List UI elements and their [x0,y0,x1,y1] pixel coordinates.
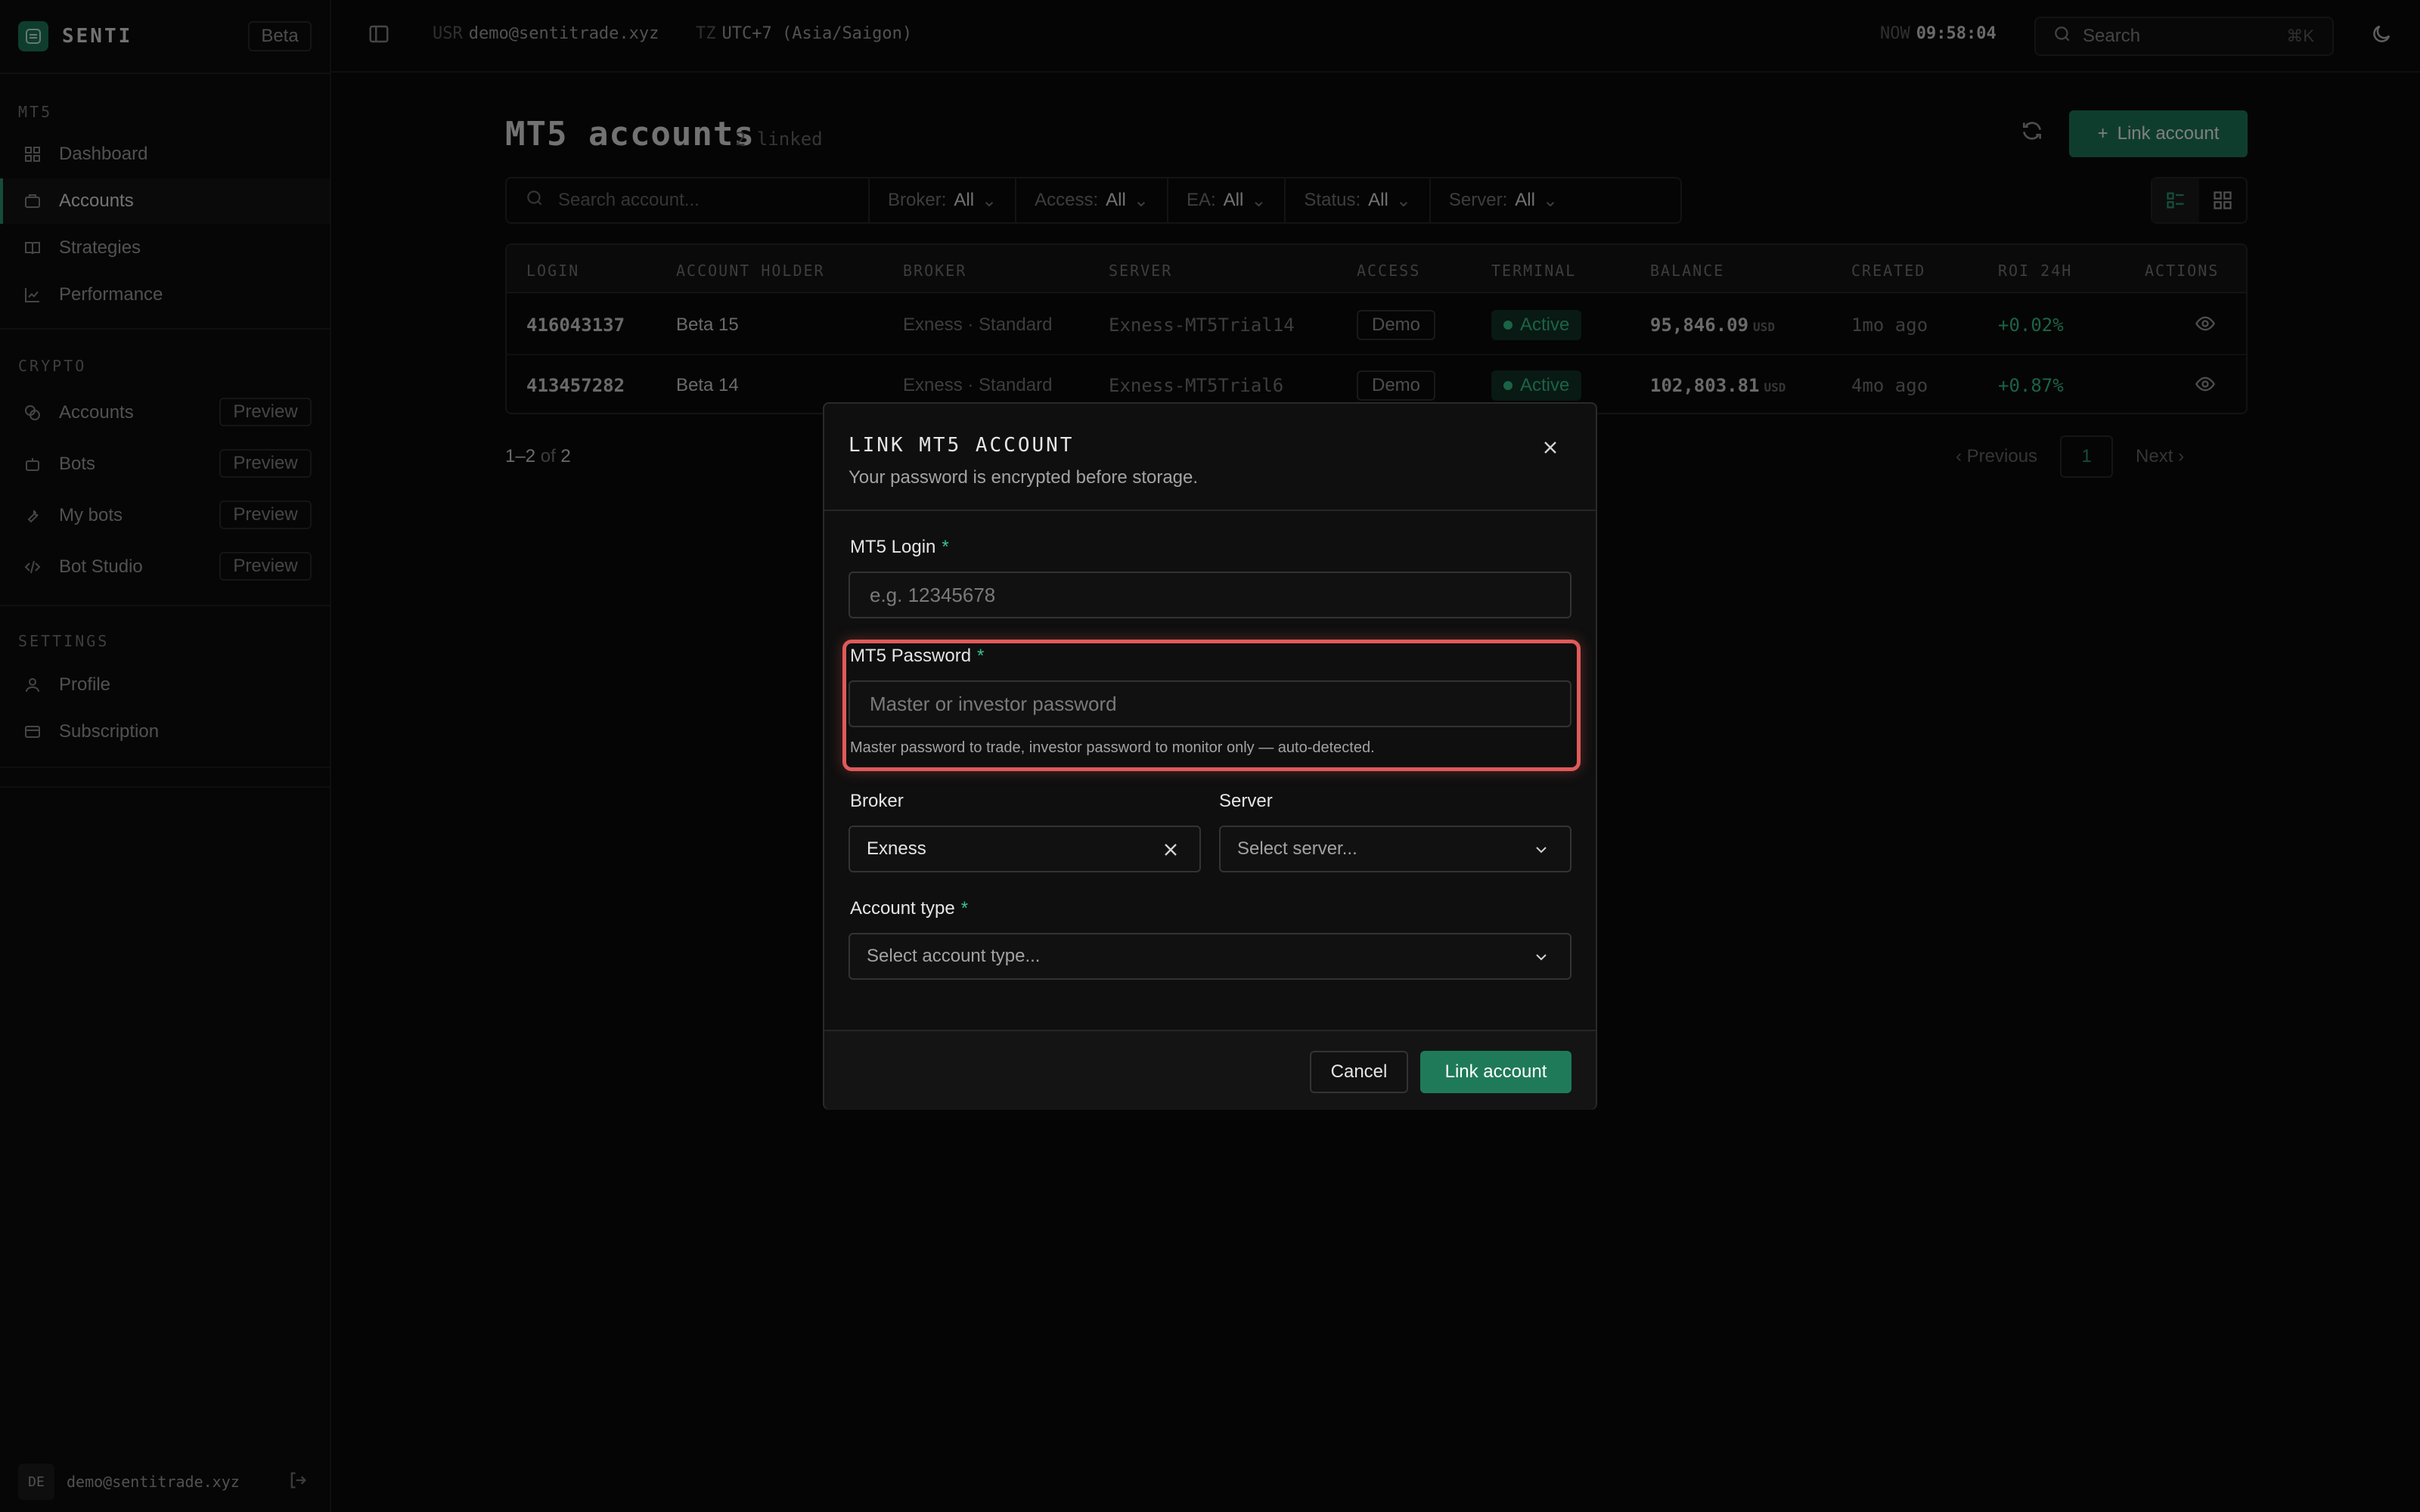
chevron-down-icon [1532,841,1550,859]
password-hint: Master password to trade, investor passw… [850,739,1375,756]
close-icon[interactable] [1535,432,1565,463]
server-label: Server [1219,791,1273,811]
chevron-down-icon [1532,948,1550,966]
dialog-description: Your password is encrypted before storag… [849,467,1199,488]
mt5-login-input[interactable]: e.g. 12345678 [849,572,1571,618]
broker-select[interactable]: Exness [849,826,1201,872]
link-account-dialog: LINK MT5 ACCOUNT Your password is encryp… [823,402,1597,1110]
password-label: MT5 Password * [850,646,985,666]
mt5-password-input[interactable]: Master or investor password [849,680,1571,727]
clear-icon[interactable] [1160,839,1181,860]
submit-link-account-button[interactable]: Link account [1420,1051,1571,1093]
dialog-header: LINK MT5 ACCOUNT Your password is encryp… [824,404,1596,511]
account-type-label: Account type * [850,898,969,919]
dialog-footer: Cancel Link account [824,1030,1596,1110]
dialog-title: LINK MT5 ACCOUNT [849,434,1075,457]
login-label: MT5 Login * [850,537,949,557]
broker-label: Broker [850,791,904,811]
account-type-select[interactable]: Select account type... [849,933,1571,980]
cancel-button[interactable]: Cancel [1310,1051,1408,1093]
server-select[interactable]: Select server... [1219,826,1571,872]
